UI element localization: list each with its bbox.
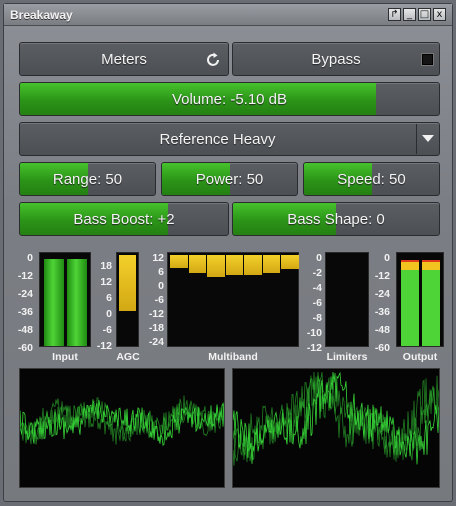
agc-scale: 18 12 6 0 -6 -12	[96, 260, 112, 352]
multiband-bar	[244, 255, 262, 275]
bypass-indicator-icon	[422, 54, 433, 65]
window-title: Breakaway	[10, 8, 73, 22]
speed-label: Speed: 50	[337, 170, 406, 188]
bass-shape-label: Bass Shape: 0	[287, 210, 385, 228]
title-bar[interactable]: Breakaway ↱ _ □ x	[4, 4, 452, 26]
preset-dropdown-toggle[interactable]	[416, 124, 438, 154]
power-slider[interactable]: Power: 50	[161, 162, 298, 196]
maximize-button[interactable]: □	[418, 8, 431, 21]
input-left-bar	[44, 259, 64, 346]
output-right-bar	[422, 260, 440, 346]
output-caption: Output	[402, 351, 438, 363]
limiters-caption: Limiters	[326, 351, 368, 363]
close-button[interactable]: x	[433, 8, 446, 21]
agc-bar	[119, 255, 136, 311]
input-meter	[39, 252, 91, 347]
bass-boost-label: Bass Boost: +2	[73, 210, 175, 228]
bass-shape-slider[interactable]: Bass Shape: 0	[232, 202, 440, 236]
speed-slider[interactable]: Speed: 50	[303, 162, 440, 196]
multiband-bar	[281, 255, 299, 269]
meters-section: 0 -12 -24 -36 -48 -60 Input 18 12 6 0 -6…	[9, 244, 449, 364]
multiband-scale: 12 6 0 -6 -12 -18 -24	[148, 252, 164, 346]
oscilloscope-left	[19, 368, 225, 488]
multiband-meter	[167, 252, 299, 347]
range-slider[interactable]: Range: 50	[19, 162, 156, 196]
multiband-bar	[170, 255, 188, 268]
multiband-bar	[188, 255, 206, 273]
output-scale: 0 -12 -24 -36 -48 -60	[374, 252, 390, 354]
multiband-caption: Multiband	[208, 351, 258, 363]
breakaway-window: Breakaway ↱ _ □ x Meters Bypass Volume: …	[3, 3, 453, 502]
limiters-scale: 0 -2 -4 -6 -8 -10 -12	[306, 252, 322, 354]
agc-caption: AGC	[116, 351, 140, 363]
multiband-bar	[225, 255, 243, 275]
limiters-meter	[325, 252, 369, 347]
multiband-bar	[207, 255, 225, 277]
preset-dropdown[interactable]: Reference Heavy	[19, 122, 440, 156]
oscilloscope-right	[232, 368, 440, 488]
input-right-bar	[67, 259, 87, 346]
meters-label: Meters	[101, 50, 147, 68]
input-scale: 0 -12 -24 -36 -48 -60	[17, 252, 33, 354]
agc-meter	[116, 252, 139, 347]
meters-button[interactable]: Meters	[19, 42, 229, 76]
waveform-trace	[233, 371, 439, 466]
output-left-bar	[401, 260, 419, 346]
volume-label: Volume: -5.10 dB	[171, 90, 288, 108]
chevron-down-icon	[421, 135, 434, 142]
range-label: Range: 50	[52, 170, 123, 188]
pin-window-button[interactable]: ↱	[388, 8, 401, 21]
minimize-button[interactable]: _	[403, 8, 416, 21]
volume-slider[interactable]: Volume: -5.10 dB	[19, 82, 440, 116]
bypass-button[interactable]: Bypass	[232, 42, 440, 76]
output-meter	[396, 252, 444, 347]
refresh-icon	[207, 52, 219, 66]
bypass-label: Bypass	[311, 50, 361, 68]
preset-label: Reference Heavy	[159, 130, 276, 148]
input-caption: Input	[52, 351, 78, 363]
power-label: Power: 50	[195, 170, 264, 188]
multiband-bar	[262, 255, 280, 273]
bass-boost-slider[interactable]: Bass Boost: +2	[19, 202, 229, 236]
